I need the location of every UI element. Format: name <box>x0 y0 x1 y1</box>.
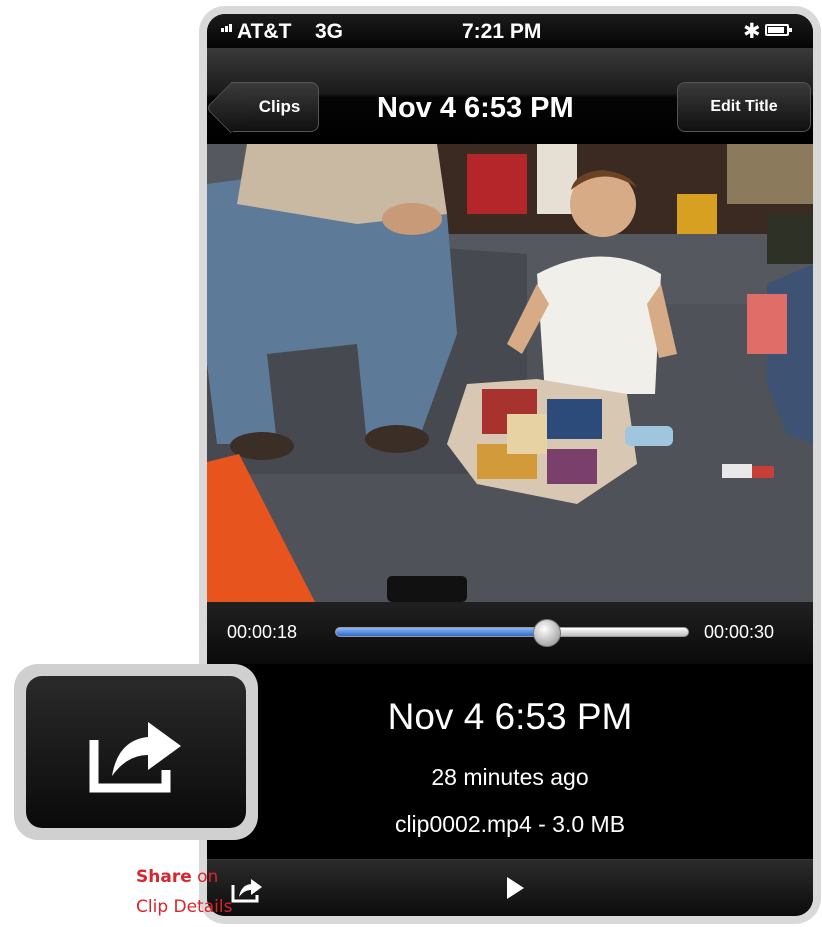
caption-rest: on <box>191 867 219 887</box>
play-icon[interactable] <box>507 877 524 899</box>
elapsed-time: 00:00:18 <box>227 622 298 642</box>
share-callout-inner <box>26 676 246 828</box>
share-caption: Share on Clip Details <box>136 862 232 922</box>
clip-title: Nov 4 6:53 PM <box>387 696 633 737</box>
nav-title: Nov 4 6:53 PM <box>377 92 574 124</box>
navigation-bar: Clips Nov 4 6:53 PM Edit Title <box>207 48 813 144</box>
bottom-toolbar <box>207 859 813 916</box>
total-time: 00:00:30 <box>704 622 775 642</box>
carrier-label: AT&T <box>237 20 292 43</box>
phone-frame: AT&T 3G 7:21 PM ✱ Clips Nov 4 6:53 PM Ed… <box>199 6 821 924</box>
share-callout <box>14 664 258 840</box>
clip-file-info: clip0002.mp4 - 3.0 MB <box>394 811 626 837</box>
caption-line-2: Clip Details <box>136 897 233 917</box>
clip-relative-time: 28 minutes ago <box>431 764 589 790</box>
video-player[interactable] <box>207 144 813 602</box>
caption-bold: Share <box>136 867 192 887</box>
network-label: 3G <box>315 20 344 43</box>
scrubber-thumb[interactable] <box>533 619 562 647</box>
bluetooth-icon: ✱ <box>743 20 761 43</box>
clip-details: Nov 4 6:53 PM 28 minutes ago clip0002.mp… <box>207 664 813 859</box>
video-frame-image <box>207 144 813 602</box>
edit-title-button[interactable]: Edit Title <box>677 82 811 132</box>
scrubber-progress-fill <box>336 628 548 636</box>
signal-icon <box>221 24 232 32</box>
back-button-clips[interactable]: Clips <box>231 82 319 132</box>
scrubber-track[interactable] <box>335 619 689 647</box>
battery-icon <box>765 24 792 36</box>
playback-scrubber: 00:00:18 00:00:30 <box>207 602 813 664</box>
status-time: 7:21 PM <box>462 20 542 43</box>
phone-screen: AT&T 3G 7:21 PM ✱ Clips Nov 4 6:53 PM Ed… <box>207 14 813 916</box>
status-bar: AT&T 3G 7:21 PM ✱ <box>207 14 813 48</box>
share-icon <box>89 722 181 793</box>
share-icon[interactable] <box>231 875 263 903</box>
back-button-label: Clips <box>258 97 301 116</box>
